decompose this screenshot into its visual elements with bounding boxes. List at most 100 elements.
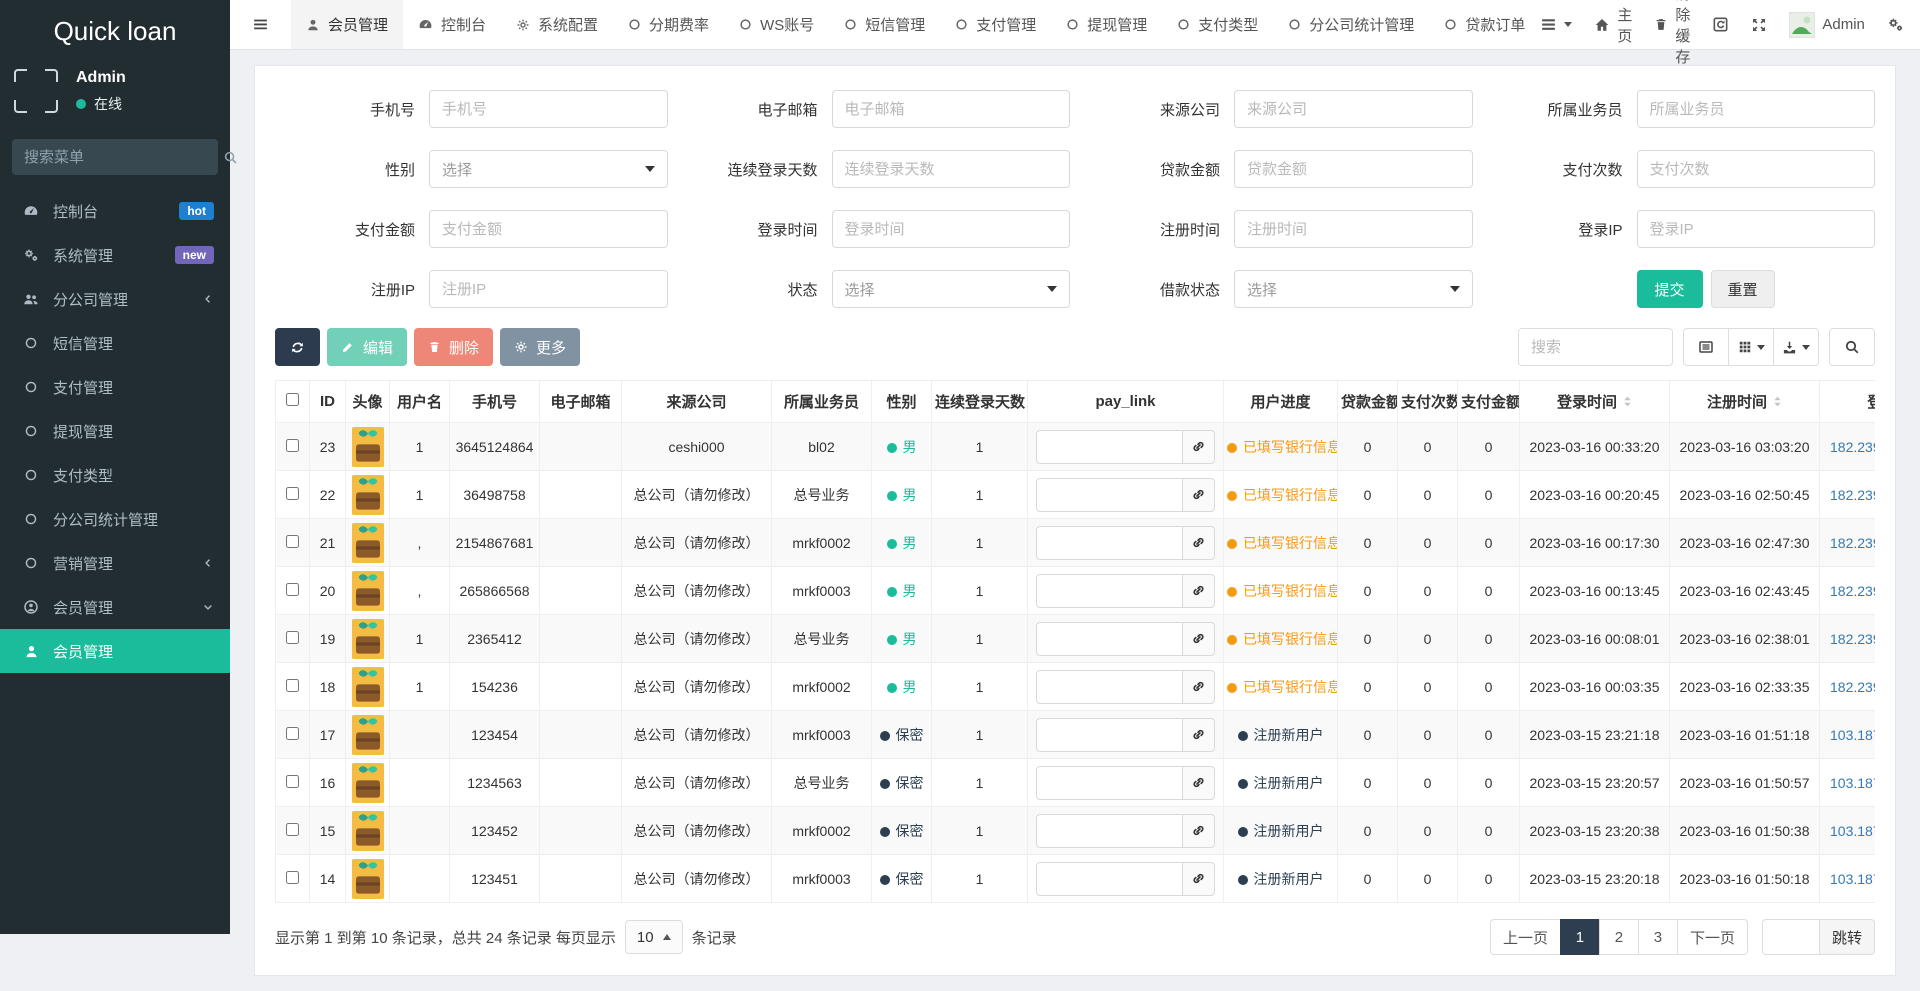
header-select-all[interactable] (276, 381, 310, 423)
sort-icon[interactable] (1623, 395, 1632, 408)
nav-settings[interactable] (1887, 16, 1904, 33)
refresh-button[interactable] (275, 328, 320, 366)
prev-page-button[interactable]: 上一页 (1490, 919, 1561, 955)
nav-home[interactable]: 主页 (1594, 4, 1632, 46)
tab-pay-type[interactable]: 支付类型 (1162, 0, 1273, 49)
pay-link-button[interactable] (1183, 478, 1215, 512)
tab-dashboard[interactable]: 控制台 (403, 0, 501, 49)
nav-refresh-page[interactable] (1712, 16, 1729, 33)
source-company-input[interactable] (1234, 90, 1473, 128)
per-page-select[interactable]: 10 (625, 920, 683, 954)
tab-branch-stats[interactable]: 分公司统计管理 (1273, 0, 1429, 49)
pay-link-input[interactable] (1036, 430, 1183, 464)
pay-link-input[interactable] (1036, 718, 1183, 752)
ip-link[interactable]: 182.239. (1830, 679, 1875, 695)
login-days-input[interactable] (832, 150, 1071, 188)
loan-amount-input[interactable] (1234, 150, 1473, 188)
ip-link[interactable]: 182.239. (1830, 439, 1875, 455)
register-ip-input[interactable] (429, 270, 668, 308)
pay-link-button[interactable] (1183, 814, 1215, 848)
page-button-3[interactable]: 3 (1638, 919, 1678, 955)
pay-link-button[interactable] (1183, 862, 1215, 896)
delete-button[interactable]: 删除 (414, 328, 493, 366)
email-input[interactable] (832, 90, 1071, 128)
detail-view-button[interactable] (1683, 328, 1729, 366)
pay-count-input[interactable] (1637, 150, 1876, 188)
register-time-input[interactable] (1234, 210, 1473, 248)
gender-select[interactable]: 选择 (429, 150, 668, 188)
page-button-2[interactable]: 2 (1599, 919, 1639, 955)
nav-menu-dropdown[interactable] (1540, 16, 1572, 33)
ip-link[interactable]: 182.239. (1830, 583, 1875, 599)
sidebar-item-members[interactable]: 会员管理 (0, 585, 230, 629)
pay-link-button[interactable] (1183, 622, 1215, 656)
row-checkbox[interactable] (286, 823, 299, 836)
sidebar-item-marketing[interactable]: 营销管理 (0, 541, 230, 585)
pay-link-input[interactable] (1036, 526, 1183, 560)
export-button[interactable] (1773, 328, 1819, 366)
pay-link-button[interactable] (1183, 670, 1215, 704)
tab-payment[interactable]: 支付管理 (940, 0, 1051, 49)
row-checkbox[interactable] (286, 871, 299, 884)
ip-link[interactable]: 182.239. (1830, 631, 1875, 647)
ip-link[interactable]: 103.187. (1830, 775, 1875, 791)
search-button[interactable] (1829, 328, 1875, 366)
sort-icon[interactable] (1773, 395, 1782, 408)
hamburger-menu-icon[interactable] (230, 0, 291, 49)
loan-status-select[interactable]: 选择 (1234, 270, 1473, 308)
pay-link-button[interactable] (1183, 430, 1215, 464)
sidebar-item-system[interactable]: 系统管理 new (0, 233, 230, 277)
sidebar-search-input[interactable] (24, 149, 223, 166)
sidebar-item-sms[interactable]: 短信管理 (0, 321, 230, 365)
pay-link-button[interactable] (1183, 526, 1215, 560)
submit-button[interactable]: 提交 (1637, 270, 1703, 308)
columns-button[interactable] (1728, 328, 1774, 366)
pay-link-button[interactable] (1183, 718, 1215, 752)
jump-button[interactable]: 跳转 (1820, 919, 1875, 955)
row-checkbox[interactable] (286, 775, 299, 788)
ip-link[interactable]: 103.187. (1830, 823, 1875, 839)
pay-link-button[interactable] (1183, 766, 1215, 800)
pay-link-button[interactable] (1183, 574, 1215, 608)
tab-members[interactable]: 会员管理 (291, 0, 403, 49)
row-checkbox[interactable] (286, 583, 299, 596)
sidebar-item-branch[interactable]: 分公司管理 (0, 277, 230, 321)
pay-link-input[interactable] (1036, 766, 1183, 800)
row-checkbox[interactable] (286, 679, 299, 692)
login-ip-input[interactable] (1637, 210, 1876, 248)
row-checkbox[interactable] (286, 535, 299, 548)
pay-link-input[interactable] (1036, 670, 1183, 704)
row-checkbox[interactable] (286, 439, 299, 452)
login-time-input[interactable] (832, 210, 1071, 248)
nav-clear-cache[interactable]: 清除缓存 (1654, 0, 1690, 67)
ip-link[interactable]: 103.187. (1830, 727, 1875, 743)
ip-link[interactable]: 182.239. (1830, 535, 1875, 551)
tab-system-config[interactable]: 系统配置 (501, 0, 613, 49)
reset-button[interactable]: 重置 (1711, 270, 1775, 308)
tab-withdraw[interactable]: 提现管理 (1051, 0, 1162, 49)
tab-ws-account[interactable]: WS账号 (724, 0, 829, 49)
status-select[interactable]: 选择 (832, 270, 1071, 308)
select-all-checkbox[interactable] (286, 393, 299, 406)
pay-link-input[interactable] (1036, 478, 1183, 512)
next-page-button[interactable]: 下一页 (1677, 919, 1748, 955)
pay-link-input[interactable] (1036, 574, 1183, 608)
row-checkbox[interactable] (286, 727, 299, 740)
tab-sms[interactable]: 短信管理 (829, 0, 940, 49)
pay-amount-input[interactable] (429, 210, 668, 248)
sidebar-item-payment[interactable]: 支付管理 (0, 365, 230, 409)
tab-loan-orders[interactable]: 贷款订单 (1429, 0, 1540, 49)
agent-input[interactable] (1637, 90, 1876, 128)
sidebar-item-branch-stats[interactable]: 分公司统计管理 (0, 497, 230, 541)
sidebar-search[interactable] (12, 139, 218, 175)
sidebar-item-paytype[interactable]: 支付类型 (0, 453, 230, 497)
ip-link[interactable]: 103.187. (1830, 871, 1875, 887)
edit-button[interactable]: 编辑 (327, 328, 407, 366)
sidebar-item-withdraw[interactable]: 提现管理 (0, 409, 230, 453)
pay-link-input[interactable] (1036, 814, 1183, 848)
sidebar-item-dashboard[interactable]: 控制台 hot (0, 189, 230, 233)
jump-page-input[interactable] (1762, 919, 1820, 955)
row-checkbox[interactable] (286, 487, 299, 500)
nav-fullscreen[interactable] (1751, 17, 1767, 33)
page-button-1[interactable]: 1 (1560, 919, 1600, 955)
